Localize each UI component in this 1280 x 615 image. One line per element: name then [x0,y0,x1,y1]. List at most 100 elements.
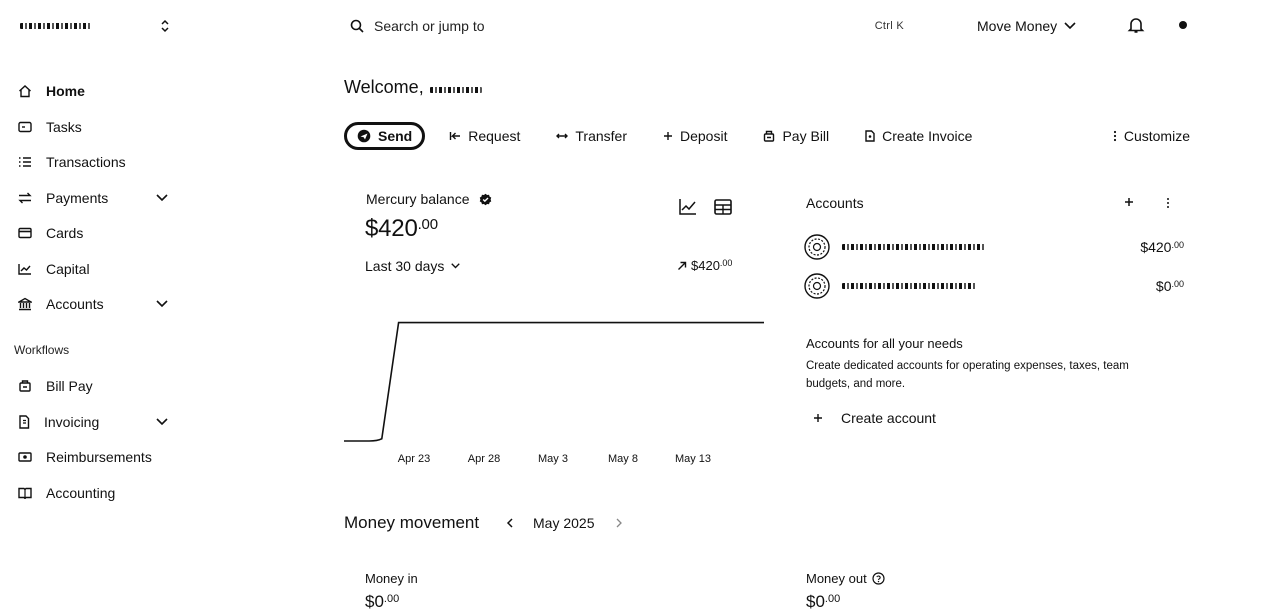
move-money-label: Move Money [977,18,1058,34]
deposit-label: Deposit [680,128,728,144]
balance-amount: $420.00 [365,215,438,243]
avatar[interactable] [1179,21,1187,29]
balance-whole: $420 [365,215,418,242]
welcome-heading: Welcome, [344,77,482,98]
quick-actions: Send Request Transfer Deposit Pay Bill C… [344,120,1190,152]
x-tick-label: Apr 23 [398,453,430,465]
money-out-cents: .00 [824,593,841,605]
more-vertical-icon [1113,130,1116,142]
money-in-label: Money in [365,571,418,586]
accounts-promo-title: Accounts for all your needs [806,336,963,351]
chevron-left-icon[interactable] [503,515,517,531]
account-balance: $0.00 [1156,278,1184,294]
balance-title: Mercury balance [366,191,470,207]
transfer-button[interactable]: Transfer [556,128,627,144]
period-selector[interactable]: Last 30 days [365,258,461,274]
sidebar-item-label: Invoicing [44,414,100,430]
balance-chart: Apr 23 Apr 28 May 3 May 8 May 13 [344,321,764,465]
deposit-button[interactable]: Deposit [663,128,727,144]
account-logo-icon [804,273,830,299]
more-vertical-icon[interactable] [1160,195,1176,211]
x-tick-label: May 3 [538,453,568,465]
request-button[interactable]: Request [449,128,520,144]
table-view-icon[interactable] [713,198,733,216]
arrow-up-right-icon [678,261,687,270]
sidebar-item-reimbursements[interactable]: Reimbursements [12,441,174,473]
home-icon [19,85,31,98]
move-money-button[interactable]: Move Money [977,13,1076,39]
pay-bill-button[interactable]: Pay Bill [763,128,829,144]
verified-badge-icon [479,193,491,205]
account-name-redacted [842,244,986,250]
bill-icon [19,380,31,392]
add-account-button[interactable] [1121,193,1137,211]
org-name-redacted [20,23,92,29]
help-icon[interactable] [872,572,885,585]
sidebar-item-transactions[interactable]: Transactions [12,146,174,178]
sidebar-item-capital[interactable]: Capital [12,253,174,285]
chevron-down-icon [156,300,168,308]
sidebar-item-accounts[interactable]: Accounts [12,288,174,320]
balance-change: $420.00 [677,258,732,273]
send-label: Send [378,128,413,144]
chevron-down-icon [1064,22,1076,30]
sidebar-item-cards[interactable]: Cards [12,217,174,249]
change-cents: .00 [719,258,733,268]
bank-icon [18,297,32,311]
chevron-down-icon [156,194,168,202]
balance-series-line [344,321,764,442]
account-logo-icon [804,234,830,260]
change-whole: $420 [691,258,720,273]
chevron-right-icon[interactable] [612,515,626,531]
money-movement-title: Money movement [344,513,480,532]
send-button[interactable]: Send [344,122,426,150]
welcome-text: Welcome, [344,77,424,97]
sidebar-item-label: Cards [46,225,84,241]
sidebar-item-accounting[interactable]: Accounting [12,477,174,509]
money-in-whole: $0 [365,592,384,611]
plus-icon [1125,198,1133,206]
change-amount: $420.00 [691,258,732,273]
user-name-redacted [429,86,482,93]
sidebar-item-label: Bill Pay [46,378,93,394]
money-movement-month: May 2025 [533,515,595,531]
sidebar-item-payments[interactable]: Payments [12,182,174,214]
bill-icon [764,130,775,142]
period-label: Last 30 days [365,258,445,274]
bell-icon[interactable] [1126,15,1146,35]
account-balance-whole: $420 [1140,239,1172,255]
search-icon [350,19,364,33]
sidebar-item-bill-pay[interactable]: Bill Pay [12,370,174,402]
invoice-icon [19,415,30,429]
search-bar[interactable]: Search or jump to Ctrl K [350,12,910,40]
chevron-down-icon [451,263,461,269]
arrows-icon [18,192,32,204]
plus-icon [664,132,672,140]
transfer-label: Transfer [575,128,627,144]
sidebar-item-label: Transactions [46,154,126,170]
sidebar-item-label: Accounting [46,485,116,501]
org-switcher[interactable] [20,13,170,39]
account-balance: $420.00 [1140,239,1184,255]
sidebar-item-label: Tasks [46,119,82,135]
money-in-cents: .00 [383,593,400,605]
create-invoice-label: Create Invoice [882,128,973,144]
sidebar-item-home[interactable]: Home [12,75,174,107]
sidebar-item-label: Accounts [46,296,104,312]
search-shortcut: Ctrl K [874,20,904,32]
chevron-updown-icon [161,19,169,33]
sidebar-item-label: Capital [46,261,90,277]
account-row[interactable]: $420.00 [804,232,1184,262]
arrow-in-icon [450,132,461,140]
create-account-button[interactable]: Create account [813,410,936,426]
x-tick-label: May 8 [608,453,638,465]
account-balance-whole: $0 [1155,278,1172,294]
sidebar-item-tasks[interactable]: Tasks [12,111,174,143]
money-in-amount: $0.00 [365,592,399,612]
create-invoice-button[interactable]: Create Invoice [865,128,972,144]
customize-button[interactable]: Customize [1113,128,1190,144]
account-row[interactable]: $0.00 [804,271,1184,301]
line-chart-view-icon[interactable] [678,198,698,216]
accounts-promo-description: Create dedicated accounts for operating … [806,360,1129,390]
sidebar-item-invoicing[interactable]: Invoicing [12,406,174,438]
